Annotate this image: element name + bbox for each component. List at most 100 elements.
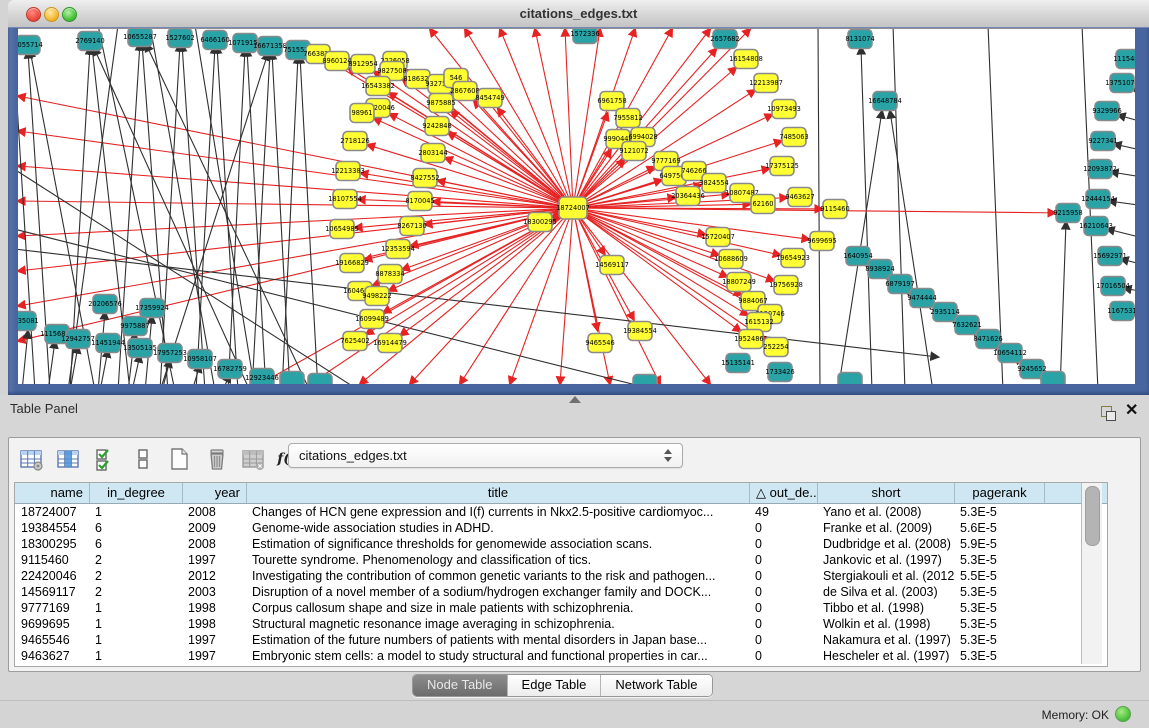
teal-node[interactable]: 1572336 bbox=[570, 29, 599, 44]
yellow-node[interactable]: 18107554 bbox=[328, 190, 362, 209]
yellow-node[interactable]: 8912954 bbox=[348, 55, 377, 74]
yellow-node[interactable]: 62160 bbox=[751, 195, 775, 214]
table-row[interactable]: 969969511998Structural magnetic resonanc… bbox=[15, 616, 1107, 632]
teal-node[interactable]: 10719155 bbox=[228, 34, 262, 53]
teal-node[interactable]: 11451944 bbox=[91, 334, 125, 353]
column-header[interactable]: pagerank bbox=[954, 483, 1044, 503]
yellow-node[interactable]: 6994028 bbox=[628, 128, 657, 147]
teal-node[interactable] bbox=[633, 375, 657, 385]
yellow-node[interactable]: 18807249 bbox=[722, 273, 756, 292]
table-row[interactable]: 946362711997Embryonic stem cells: a mode… bbox=[15, 648, 1107, 664]
yellow-node[interactable]: 3824554 bbox=[699, 174, 728, 193]
table-settings-icon[interactable] bbox=[17, 445, 47, 473]
column-header-sorted[interactable]: △ out_de... bbox=[749, 483, 817, 503]
teal-node[interactable]: 17016504 bbox=[1096, 277, 1130, 296]
delete-row-icon[interactable] bbox=[202, 445, 232, 473]
column-header[interactable]: name bbox=[15, 483, 89, 503]
yellow-node[interactable]: 10688609 bbox=[714, 250, 748, 269]
teal-node[interactable]: 2769140 bbox=[75, 32, 104, 51]
teal-node[interactable]: 10654112 bbox=[993, 344, 1027, 363]
yellow-node[interactable]: 22420046 bbox=[361, 99, 395, 118]
yellow-node[interactable]: 19384554 bbox=[623, 322, 657, 341]
table-selector-dropdown[interactable]: citations_edges.txt bbox=[288, 443, 683, 468]
teal-node[interactable]: 12093872 bbox=[1083, 160, 1117, 179]
yellow-node[interactable]: 9875885 bbox=[426, 94, 455, 113]
teal-node[interactable]: 7515526 bbox=[283, 41, 312, 60]
teal-node[interactable]: 2657682 bbox=[710, 30, 739, 49]
teal-node[interactable]: 1640954 bbox=[843, 247, 872, 266]
teal-node[interactable]: 9215958 bbox=[1053, 204, 1082, 223]
yellow-node[interactable]: 9777169 bbox=[651, 152, 680, 171]
teal-node[interactable] bbox=[838, 373, 862, 385]
column-header[interactable]: in_degree bbox=[89, 483, 182, 503]
select-columns-icon[interactable] bbox=[54, 445, 84, 473]
teal-node[interactable]: 16782759 bbox=[213, 360, 247, 379]
teal-node[interactable]: 10655287 bbox=[123, 29, 157, 47]
yellow-node[interactable]: 12213987 bbox=[749, 74, 783, 93]
teal-node[interactable]: 17957253 bbox=[153, 344, 187, 363]
table-row[interactable]: 2242004622012Investigating the contribut… bbox=[15, 568, 1107, 584]
tab-node-table[interactable]: Node Table bbox=[413, 675, 507, 696]
yellow-node[interactable]: 9884067 bbox=[738, 292, 767, 311]
yellow-node[interactable]: 8878334 bbox=[375, 265, 404, 284]
teal-node[interactable]: 1733426 bbox=[765, 363, 794, 382]
scrollbar-thumb[interactable] bbox=[1085, 486, 1100, 546]
teal-node[interactable]: 12942757 bbox=[61, 330, 95, 349]
float-window-icon[interactable] bbox=[1101, 406, 1117, 421]
yellow-node[interactable]: 12353594 bbox=[381, 240, 415, 259]
yellow-node[interactable]: 7485063 bbox=[779, 128, 808, 147]
yellow-node[interactable]: 16914479 bbox=[373, 334, 407, 353]
yellow-node[interactable]: 9465546 bbox=[585, 334, 614, 353]
teal-node[interactable]: 16648784 bbox=[868, 92, 902, 111]
teal-node[interactable]: 9329966 bbox=[1092, 102, 1121, 121]
tab-edge-table[interactable]: Edge Table bbox=[507, 675, 601, 696]
yellow-node[interactable]: 8960124 bbox=[322, 52, 351, 71]
yellow-node[interactable]: 2867608 bbox=[450, 82, 479, 101]
yellow-node[interactable]: 546 bbox=[444, 69, 468, 88]
close-panel-icon[interactable]: ✕ bbox=[1125, 402, 1138, 420]
yellow-node[interactable]: 6497568 bbox=[659, 167, 688, 186]
teal-node[interactable]: 9245652 bbox=[1017, 360, 1046, 379]
table-row[interactable]: 977716911998Corpus callosum shape and si… bbox=[15, 600, 1107, 616]
teal-node[interactable]: 16671358 bbox=[253, 37, 287, 56]
yellow-node[interactable]: 7625402 bbox=[340, 332, 369, 351]
yellow-node[interactable]: 9463627 bbox=[785, 188, 814, 207]
window-titlebar[interactable]: citations_edges.txt bbox=[8, 0, 1149, 28]
yellow-node[interactable]: 9827508 bbox=[377, 62, 406, 81]
teal-node[interactable] bbox=[280, 372, 304, 385]
select-rows-icon[interactable] bbox=[91, 445, 121, 473]
memory-ok-indicator[interactable] bbox=[1115, 706, 1131, 722]
teal-node[interactable]: 9975887 bbox=[120, 317, 149, 336]
tab-network-table[interactable]: Network Table bbox=[600, 675, 711, 696]
yellow-node[interactable]: 20364436 bbox=[671, 187, 705, 206]
new-file-icon[interactable] bbox=[165, 445, 195, 473]
teal-node[interactable]: 1527602 bbox=[165, 29, 194, 48]
teal-node[interactable]: 8938924 bbox=[865, 260, 894, 279]
teal-node[interactable]: 12923446 bbox=[245, 369, 279, 385]
teal-node[interactable]: 13505135 bbox=[123, 339, 157, 358]
yellow-node[interactable]: 19756928 bbox=[769, 276, 803, 295]
yellow-node[interactable]: 9699695 bbox=[807, 232, 836, 251]
yellow-node[interactable]: 17375125 bbox=[765, 157, 799, 176]
delete-table-icon[interactable] bbox=[239, 445, 269, 473]
yellow-node[interactable]: 10973493 bbox=[767, 100, 801, 119]
yellow-node[interactable]: 1615132 bbox=[744, 313, 773, 332]
teal-node[interactable]: 4435081 bbox=[18, 312, 39, 331]
yellow-node[interactable]: 19524861 bbox=[734, 330, 768, 349]
teal-node[interactable]: 11156889 bbox=[40, 325, 74, 344]
yellow-node[interactable]: 8427552 bbox=[410, 169, 439, 188]
teal-node[interactable]: 6879197 bbox=[885, 275, 914, 294]
teal-node[interactable]: 20206576 bbox=[88, 295, 122, 314]
teal-node[interactable]: 8131074 bbox=[845, 30, 874, 49]
teal-node[interactable]: 8471626 bbox=[973, 330, 1002, 349]
yellow-node[interactable]: 7663822 bbox=[303, 45, 332, 64]
teal-node[interactable]: 9474444 bbox=[907, 289, 936, 308]
teal-node[interactable]: 6466160 bbox=[200, 31, 229, 50]
teal-node[interactable]: 1115480 bbox=[1113, 50, 1135, 69]
hide-columns-icon[interactable] bbox=[128, 445, 158, 473]
yellow-node[interactable]: 746266 bbox=[681, 162, 706, 181]
yellow-node[interactable]: 9498222 bbox=[362, 287, 391, 306]
teal-node[interactable]: 17359924 bbox=[135, 299, 169, 318]
yellow-node[interactable]: 14569117 bbox=[595, 256, 629, 275]
network-canvas[interactable]: 4055714276914010655287152760264661601071… bbox=[18, 28, 1135, 384]
